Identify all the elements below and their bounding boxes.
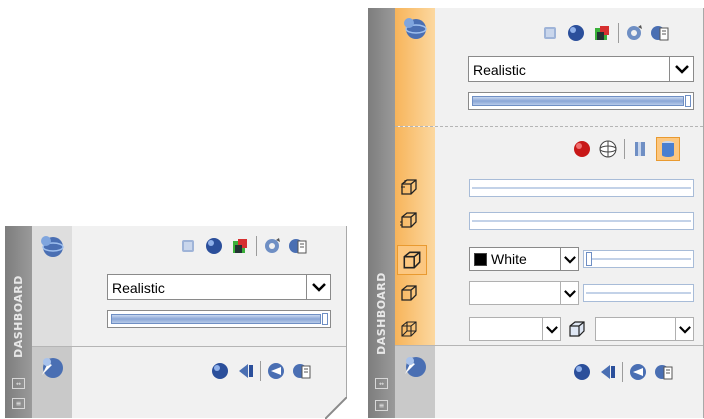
edit-style-gear-icon[interactable] [624, 23, 644, 43]
dashboard-title: DASHBOARD [375, 271, 389, 355]
navigate-icon[interactable] [236, 361, 256, 381]
visual-style-slider[interactable] [468, 92, 694, 110]
render-section [32, 347, 346, 418]
render-sphere-icon[interactable] [210, 361, 230, 381]
visual-styles-section: Realistic [32, 226, 346, 346]
solid-cube-icon[interactable] [567, 319, 587, 339]
render-section [395, 346, 703, 418]
chevron-down-icon[interactable] [542, 318, 560, 340]
chevron-down-icon[interactable] [306, 275, 330, 299]
visual-styles-manager-icon[interactable] [288, 236, 308, 256]
resize-grip-icon[interactable] [325, 397, 347, 419]
face-cube-alt-icon[interactable] [399, 283, 419, 303]
edge-cube-icon[interactable] [399, 177, 419, 197]
visual-styles-section: Realistic [395, 8, 703, 126]
perspective-dropdown[interactable] [469, 317, 561, 341]
chevron-down-icon[interactable] [560, 282, 578, 304]
render-manager-icon[interactable] [628, 362, 648, 382]
visual-styles-globe-icon[interactable] [38, 232, 66, 260]
dashboard-title: DASHBOARD [12, 274, 26, 358]
visual-style-value: Realistic [473, 62, 526, 78]
chevron-down-icon[interactable] [560, 248, 578, 270]
dashboard-panel-compact: DASHBOARD ↔ ≡ Realistic [5, 226, 347, 419]
face-style-dropdown[interactable] [469, 281, 579, 305]
visual-style-slider[interactable] [107, 310, 331, 328]
chevron-down-icon[interactable] [669, 57, 693, 81]
visual-styles-globe-icon[interactable] [401, 14, 429, 42]
render-teapot-icon[interactable] [38, 353, 66, 381]
edge-overhang-slider[interactable] [469, 212, 694, 230]
visual-style-value: Realistic [112, 280, 165, 296]
properties-button[interactable]: ≡ [375, 400, 388, 411]
face-cube-icon-active[interactable] [397, 245, 427, 275]
slider-thumb[interactable] [322, 313, 328, 325]
visual-styles-manager-icon[interactable] [650, 23, 670, 43]
lens-dropdown[interactable] [595, 317, 694, 341]
dashboard-panel-expanded: DASHBOARD ↔ ≡ Realistic White [368, 8, 704, 418]
realistic-sphere-icon[interactable] [566, 23, 586, 43]
render-settings-icon[interactable] [292, 361, 312, 381]
color-cube-icon[interactable] [592, 23, 612, 43]
color-cube-icon[interactable] [230, 236, 250, 256]
dashboard-title-strip[interactable]: DASHBOARD ↔ ≡ [5, 226, 32, 418]
auto-hide-button[interactable]: ↔ [375, 378, 388, 389]
color-swatch [474, 253, 487, 266]
render-settings-icon[interactable] [654, 362, 674, 382]
dashboard-title-strip[interactable]: DASHBOARD ↔ ≡ [368, 8, 395, 418]
shaded-cylinder-icon[interactable] [656, 137, 680, 161]
edit-style-gear-icon[interactable] [262, 236, 282, 256]
render-sphere-icon[interactable] [572, 362, 592, 382]
perspective-cube-icon[interactable] [399, 319, 419, 339]
visual-style-box-icon[interactable] [540, 23, 560, 43]
properties-button[interactable]: ≡ [12, 398, 25, 409]
red-material-sphere-icon[interactable] [572, 139, 592, 159]
edge-jitter-slider[interactable] [469, 179, 694, 197]
render-manager-icon[interactable] [266, 361, 286, 381]
face-color-value: White [491, 251, 527, 267]
slider-thumb[interactable] [586, 252, 592, 266]
face-color-slider[interactable] [583, 250, 694, 268]
chevron-down-icon[interactable] [675, 318, 693, 340]
realistic-sphere-icon[interactable] [204, 236, 224, 256]
visual-style-dropdown[interactable]: Realistic [468, 56, 694, 82]
visual-style-box-icon[interactable] [178, 236, 198, 256]
face-style-slider[interactable] [583, 284, 694, 302]
auto-hide-button[interactable]: ↔ [12, 378, 25, 389]
face-color-dropdown[interactable]: White [469, 247, 579, 271]
wire-globe-icon[interactable] [598, 139, 618, 159]
render-teapot-icon[interactable] [401, 352, 429, 380]
navigate-icon[interactable] [598, 362, 618, 382]
slider-thumb[interactable] [685, 95, 691, 107]
edge-jitter-icon[interactable] [399, 210, 419, 230]
visual-style-dropdown[interactable]: Realistic [107, 274, 331, 300]
face-edge-section: White [395, 127, 703, 345]
opacity-cylinder-icon[interactable] [630, 139, 650, 159]
